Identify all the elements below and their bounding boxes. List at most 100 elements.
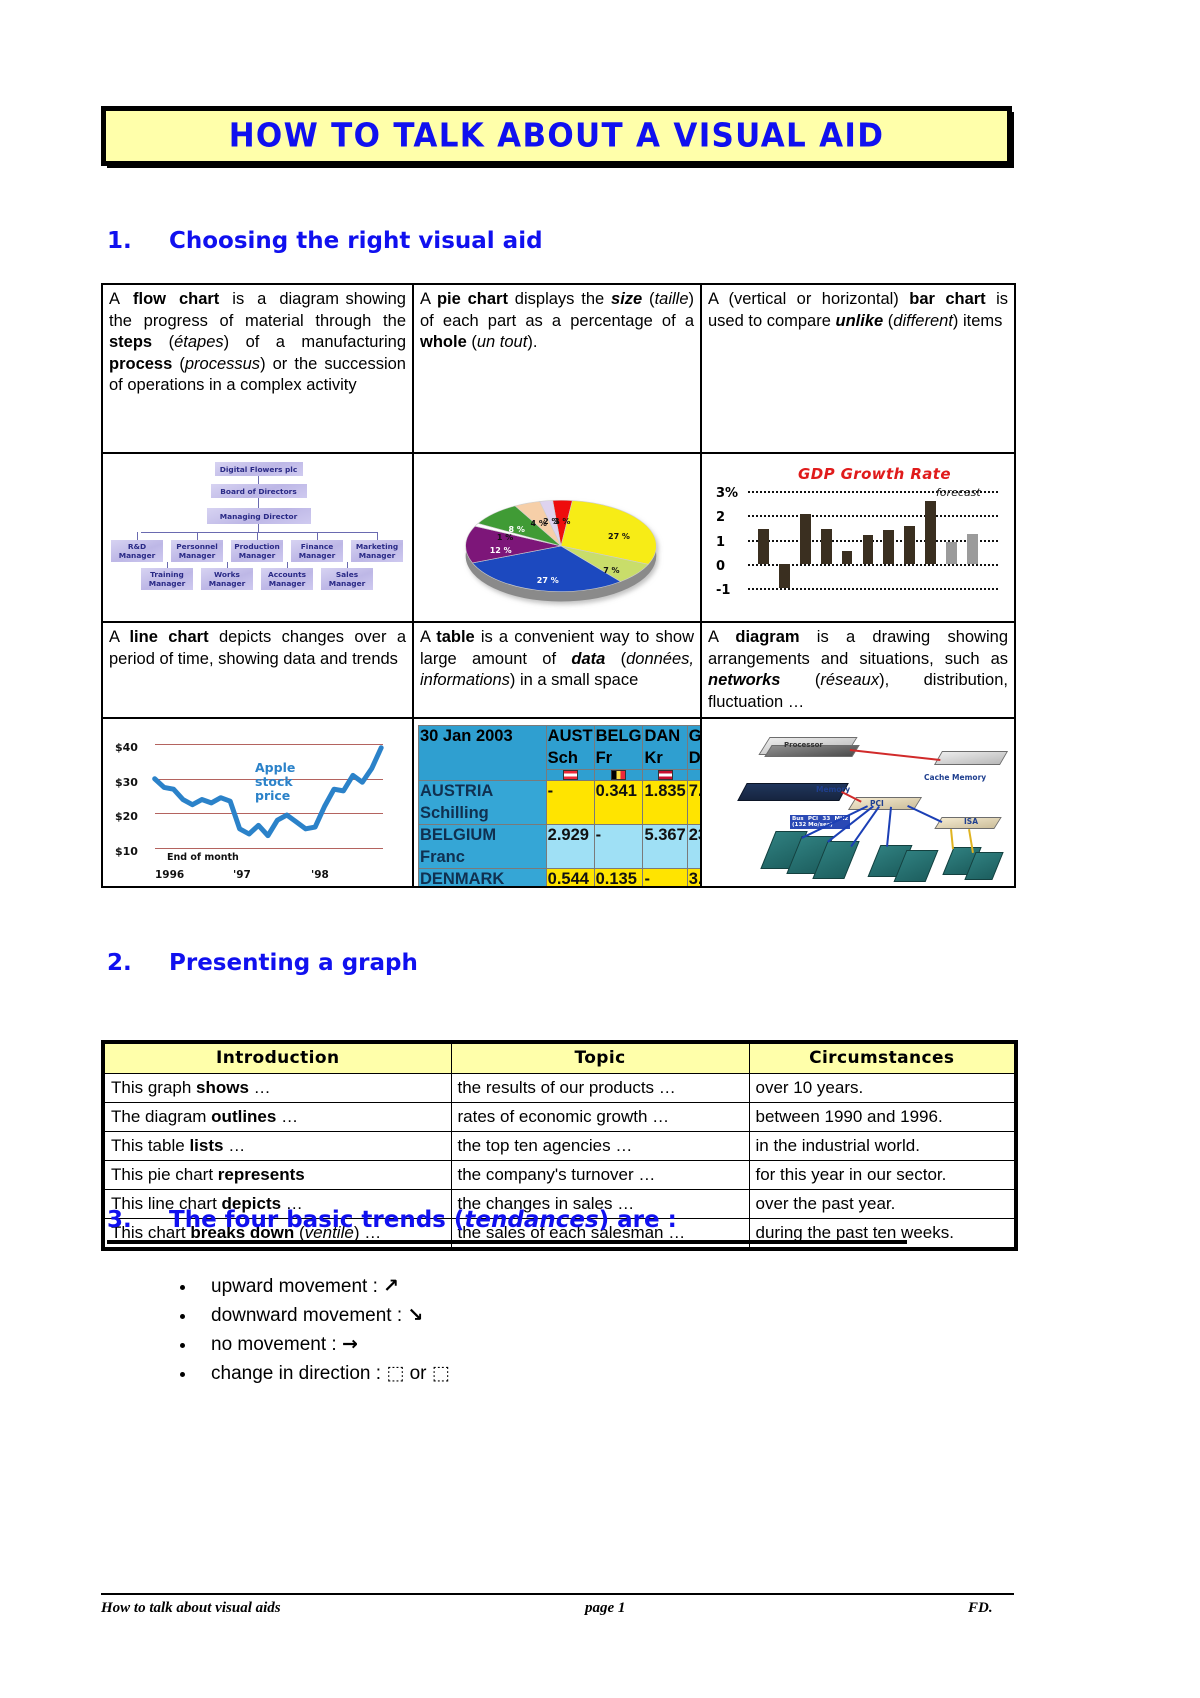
grid-captions-row-1: A flow chart is a diagram showing the pr… <box>101 283 1016 454</box>
table2-cell-topic: the results of our products … <box>450 1073 750 1103</box>
table-caption: A table is a convenient way to show larg… <box>412 621 702 719</box>
fx-row: DENMARKKrone0.5440.135-3.8353.4091.2801.… <box>418 868 700 886</box>
pie-slice-label: 2 % <box>543 517 560 526</box>
table2-cell-circumstance: for this year in our sector. <box>748 1160 1017 1190</box>
gdp-axis-label: 2 <box>716 510 726 526</box>
diagram-image: Processor Memory Cache Memory PCI ISA Bus PCI… <box>700 717 1016 888</box>
document-page: HOW TO TALK ABOUT A VISUAL AID 1. Choosin… <box>0 0 1200 1698</box>
list-item: change in direction : ⬚ or ⬚ <box>197 1359 897 1388</box>
fx-row: AUSTRIASchilling-0.3411.8357.0365.2732.3… <box>418 780 700 825</box>
org-box-manager: Marketing Manager <box>351 540 403 562</box>
gdp-bar <box>779 563 790 589</box>
fx-value: 5.367 <box>642 824 688 869</box>
table2-cell-topic: the company's turnover … <box>450 1160 750 1190</box>
table2-header-circumstances: Circumstances <box>748 1041 1017 1074</box>
gdp-bar <box>945 542 957 564</box>
grid-images-row-1: Digital Flowers plc Board of Directors Man… <box>101 452 1016 623</box>
trend-label: no movement : <box>211 1334 337 1355</box>
pie-slice-label: 8 % <box>508 525 525 535</box>
line-xtick-label: '97 <box>233 869 251 881</box>
list-item: upward movement : ↗ <box>197 1272 897 1301</box>
org-box-company: Digital Flowers plc <box>214 462 303 476</box>
section-3-rule <box>107 1240 907 1244</box>
gdp-bar <box>925 500 936 564</box>
fx-date: 30 Jan 2003 <box>418 725 547 781</box>
gdp-bar <box>799 514 811 564</box>
trend-arrow-icon: ↘ <box>407 1304 424 1326</box>
org-connector <box>137 532 139 540</box>
fx-column-header: DAN Kr <box>642 725 688 770</box>
table-row: This table lists … the top ten agencies …… <box>102 1131 1017 1161</box>
fx-header-row: 30 Jan 2003AUSTSchBELGFrDANKrGERDmNETHFl… <box>418 725 700 781</box>
gdp-axis-label: 0 <box>716 558 726 574</box>
banner-box: HOW TO TALK ABOUT A VISUAL AID <box>101 106 1012 166</box>
table-row: This pie chart represents the company's t… <box>102 1160 1017 1190</box>
fx-column-header: AUST Sch <box>545 725 595 770</box>
gdp-axis-label: 3% <box>716 485 739 501</box>
country-flag-icon <box>657 770 673 780</box>
gdp-bar <box>883 529 895 564</box>
gdp-gridline <box>748 515 998 518</box>
table2-cell-circumstance: during the past ten weeks. <box>748 1218 1017 1250</box>
fx-rate-table: 30 Jan 2003AUSTSchBELGFrDANKrGERDmNETHFl… <box>414 719 700 886</box>
title-banner: HOW TO TALK ABOUT A VISUAL AID <box>101 106 1014 168</box>
gdp-bar <box>966 533 978 564</box>
table2-cell-introduction: The diagram outlines … <box>102 1102 452 1132</box>
line-chart-image: $40 $30 $20 $10 Apple stock price End of month 1… <box>101 717 414 888</box>
country-flag-icon <box>562 770 578 780</box>
grid-images-row-2: $40 $30 $20 $10 Apple stock price End of month 1… <box>101 717 1016 888</box>
trend-joiner: or <box>409 1363 427 1384</box>
table2-cell-topic: the top ten agencies … <box>450 1131 750 1161</box>
gdp-chart-title: GDP Growth Rate <box>798 465 951 483</box>
table2-cell-circumstance: over the past year. <box>748 1189 1017 1219</box>
org-connector <box>197 532 199 540</box>
org-box-board: Board of Directors <box>210 484 307 498</box>
apple-stock-price-caption: Apple stock price <box>255 760 296 803</box>
pie-slice-label: 7 % <box>603 565 620 575</box>
section-1-label: Choosing the right visual aid <box>169 228 543 254</box>
gdp-bar <box>758 528 769 564</box>
fx-flag-cell <box>686 769 700 781</box>
trend-label: upward movement : <box>211 1276 378 1297</box>
apple-stock-chart: $40 $30 $20 $10 Apple stock price End of month 1… <box>103 719 412 886</box>
section-3-number: 3. <box>107 1207 132 1233</box>
fx-flag-cell <box>593 769 644 781</box>
pie-chart-image: 3 % 27 % 7 % 27 % 12 % 1 % 8 % 4 % 2 % <box>412 452 702 623</box>
footer-left: How to talk about visual aids <box>101 1600 281 1616</box>
table2-header-topic: Topic <box>450 1041 750 1074</box>
table2-cell-topic: rates of economic growth … <box>450 1102 750 1132</box>
table2-cell-introduction: This table lists … <box>102 1131 452 1161</box>
footer-right: FD. <box>968 1600 993 1616</box>
table2-cell-circumstance: in the industrial world. <box>748 1131 1017 1161</box>
fx-country: DENMARKKrone <box>418 868 547 886</box>
fx-value: - <box>545 780 595 825</box>
flow-chart-image: Digital Flowers plc Board of Directors Man… <box>101 452 414 623</box>
diagram-connector <box>949 829 954 850</box>
pie-chart: 3 % 27 % 7 % 27 % 12 % 1 % 8 % 4 % 2 % <box>414 454 700 621</box>
cache-board <box>933 751 1009 765</box>
footer-center: page 1 <box>585 1600 626 1616</box>
fx-value: 3.835 <box>686 868 700 886</box>
section-1-number: 1. <box>107 228 132 254</box>
org-box-submanager: Sales Manager <box>321 568 373 590</box>
fx-country: BELGIUM Franc <box>418 824 547 869</box>
section-3-heading: 3. The four basic trends (tendances) are … <box>107 1207 677 1233</box>
line-xtick-label: '98 <box>311 869 329 881</box>
table2-cell-introduction: This pie chart represents <box>102 1160 452 1190</box>
gdp-bar <box>820 528 832 564</box>
org-connector <box>257 532 259 540</box>
gdp-growth-chart: GDP Growth Rate 3% 2 1 0 -1 forecast <box>702 454 1014 621</box>
table-image: 30 Jan 2003AUSTSchBELGFrDANKrGERDmNETHFl… <box>412 717 702 888</box>
section-3-label: The four basic trends (tendances) are : <box>169 1207 677 1233</box>
pie-chart-caption: A pie chart displays the size (taille) o… <box>412 283 702 454</box>
hardware-network-diagram: Processor Memory Cache Memory PCI ISA Bus PCI… <box>702 719 1014 886</box>
list-item: downward movement : ↘ <box>197 1301 897 1330</box>
org-box-manager: Production Manager <box>231 540 283 562</box>
gdp-bar <box>841 550 853 564</box>
section-2-label: Presenting a graph <box>169 950 418 976</box>
trend-label: downward movement : <box>211 1305 403 1326</box>
trends-list: upward movement : ↗downward movement : ↘… <box>175 1272 897 1388</box>
isa-label: ISA <box>964 817 978 826</box>
diagram-connector <box>849 749 940 762</box>
fx-value: 7.036 <box>686 780 700 825</box>
